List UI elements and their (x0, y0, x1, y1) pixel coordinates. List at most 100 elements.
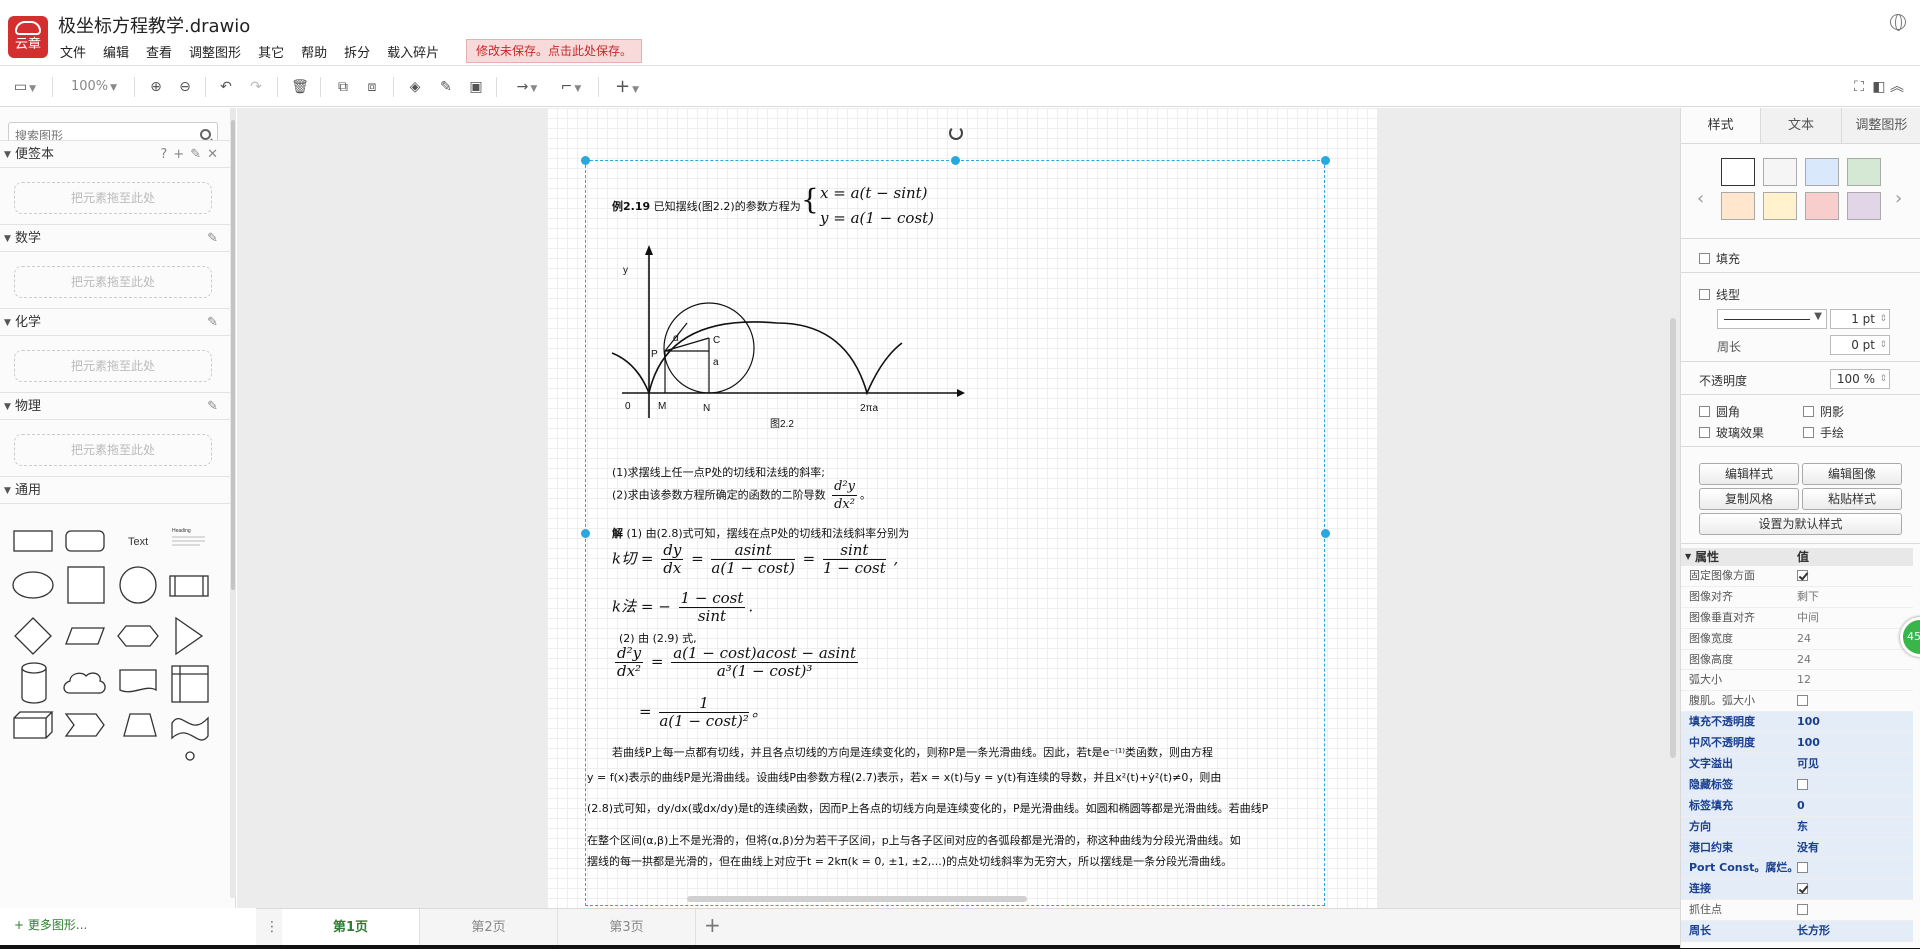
collapse-icon[interactable]: ︽ (1888, 77, 1906, 97)
property-value[interactable]: 长方形 (1797, 921, 1830, 941)
menu-view[interactable]: 查看 (146, 42, 172, 61)
delete-icon[interactable]: 🗑 (290, 77, 310, 97)
property-value[interactable] (1797, 879, 1808, 899)
add-icon[interactable]: + (173, 147, 184, 162)
step-shape[interactable] (64, 713, 105, 737)
property-row[interactable]: 港口约束 没有 (1681, 837, 1913, 859)
tab-page-3[interactable]: 第3页 (558, 909, 696, 947)
diagram-canvas[interactable]: 例2.19 已知摆线(图2.2)的参数方程为 { x = a(t − sint)… (237, 108, 1680, 908)
property-checkbox[interactable] (1797, 862, 1808, 874)
line-option[interactable]: 线型 (1699, 286, 1740, 303)
fill-color-icon[interactable]: ◈ (405, 77, 425, 97)
zoom-out-icon[interactable]: ⊖ (175, 77, 195, 97)
property-value[interactable] (1797, 858, 1808, 878)
drop-zone[interactable]: 把元素拖至此处 (14, 182, 212, 214)
copy-style-button[interactable]: 复制风格 (1699, 488, 1799, 510)
property-row[interactable]: 中风不透明度 100 (1681, 733, 1913, 755)
glass-checkbox[interactable] (1699, 427, 1710, 438)
rectangle-shape[interactable] (13, 530, 53, 552)
chevron-left-icon[interactable]: ‹ (1697, 188, 1704, 209)
menu-load-snippet[interactable]: 载入碎片 (387, 42, 439, 61)
section-general[interactable]: ▼ 通用 (0, 476, 230, 504)
hexagon-shape[interactable] (117, 625, 159, 647)
property-checkbox[interactable] (1797, 695, 1808, 707)
close-icon[interactable]: ✕ (207, 147, 218, 162)
ellipse-shape[interactable] (12, 571, 54, 599)
shadow-checkbox[interactable] (1803, 406, 1814, 417)
section-physics[interactable]: ▼ 物理 ✎ (0, 392, 230, 420)
property-value[interactable]: 东 (1797, 817, 1808, 837)
property-row[interactable]: 方向 东 (1681, 816, 1913, 838)
cloud-shape[interactable] (63, 672, 106, 694)
property-row[interactable]: 填充不透明度 100 (1681, 712, 1913, 734)
property-value[interactable]: 100 (1797, 712, 1820, 732)
property-value[interactable]: 没有 (1797, 838, 1819, 858)
edit-icon[interactable]: ✎ (207, 399, 218, 414)
property-value[interactable] (1797, 900, 1808, 920)
set-default-style-button[interactable]: 设置为默认样式 (1699, 513, 1902, 535)
menu-split[interactable]: 拆分 (344, 42, 370, 61)
resize-handle[interactable] (1321, 529, 1330, 538)
text-shape[interactable]: Text (128, 536, 148, 548)
process-shape[interactable] (169, 575, 209, 597)
sketch-checkbox[interactable] (1803, 427, 1814, 438)
tab-arrange[interactable]: 调整图形 (1840, 108, 1920, 143)
canvas-vertical-scrollbar[interactable] (1670, 318, 1676, 758)
cube-shape[interactable] (13, 711, 54, 739)
property-row[interactable]: 腹肌。弧大小 (1681, 691, 1913, 713)
property-row[interactable]: 抓住点 (1681, 900, 1913, 922)
property-row[interactable]: 图像对齐 剩下 (1681, 587, 1913, 608)
edit-icon[interactable]: ✎ (207, 315, 218, 330)
app-logo[interactable]: 云章 (8, 16, 48, 58)
line-style-dropdown[interactable]: ▼ (1717, 309, 1827, 329)
internal-storage-shape[interactable] (171, 665, 209, 703)
unsaved-notice[interactable]: 修改未保存。点击此处保存。 (466, 39, 643, 63)
drop-zone[interactable]: 把元素拖至此处 (14, 266, 212, 298)
menu-help[interactable]: 帮助 (301, 42, 327, 61)
diagram-page[interactable]: 例2.19 已知摆线(图2.2)的参数方程为 { x = a(t − sint)… (547, 108, 1377, 908)
style-swatch[interactable] (1847, 158, 1881, 186)
property-checkbox[interactable] (1797, 904, 1808, 916)
tab-style[interactable]: 样式 (1681, 108, 1761, 143)
menu-arrange[interactable]: 调整图形 (189, 42, 241, 61)
language-globe-icon[interactable] (1890, 14, 1906, 31)
style-swatch[interactable] (1721, 192, 1755, 220)
paste-style-button[interactable]: 粘贴样式 (1802, 488, 1902, 510)
property-row[interactable]: 固定图像方面 (1681, 566, 1913, 587)
property-row[interactable]: Port Const。腐烂。 (1681, 858, 1913, 880)
to-back-icon[interactable]: ⧈ (362, 77, 382, 97)
section-math[interactable]: ▼ 数学 ✎ (0, 224, 230, 252)
circle-shape[interactable] (119, 566, 157, 604)
parallelogram-shape[interactable] (65, 627, 105, 645)
sketch-option[interactable]: 手绘 (1803, 424, 1844, 441)
property-value[interactable] (1797, 775, 1808, 795)
fill-checkbox[interactable] (1699, 253, 1710, 264)
heading-shape[interactable]: Heading (172, 528, 191, 534)
sidebar-scrollbar[interactable] (230, 108, 236, 898)
chevron-right-icon[interactable]: › (1895, 188, 1902, 209)
trapezoid-shape[interactable] (123, 713, 157, 737)
shadow-option[interactable]: 阴影 (1803, 403, 1844, 420)
rounded-option[interactable]: 圆角 (1699, 403, 1740, 420)
more-shapes-link[interactable]: + 更多图形... (14, 916, 87, 933)
style-swatch[interactable] (1805, 192, 1839, 220)
style-swatch[interactable] (1721, 158, 1755, 186)
edit-icon[interactable]: ✎ (207, 231, 218, 246)
to-front-icon[interactable]: ⧉ (333, 77, 353, 97)
square-shape[interactable] (67, 566, 105, 604)
connection-icon[interactable]: → ▼ (510, 77, 544, 97)
opacity-input[interactable]: 100 % (1830, 369, 1890, 389)
property-row[interactable]: 图像高度 24 (1681, 650, 1913, 671)
property-value[interactable]: 24 (1797, 629, 1811, 649)
style-swatch[interactable] (1847, 192, 1881, 220)
property-checkbox[interactable] (1797, 778, 1808, 790)
property-value[interactable] (1797, 691, 1808, 711)
menu-file[interactable]: 文件 (60, 42, 86, 61)
help-icon[interactable]: ? (160, 147, 167, 162)
drop-zone[interactable]: 把元素拖至此处 (14, 350, 212, 382)
property-row[interactable]: 图像垂直对齐 中间 (1681, 608, 1913, 629)
glass-option[interactable]: 玻璃效果 (1699, 424, 1764, 441)
property-value[interactable] (1797, 566, 1808, 586)
shadow-icon[interactable]: ▣ (466, 77, 486, 97)
property-value[interactable]: 剩下 (1797, 587, 1819, 607)
